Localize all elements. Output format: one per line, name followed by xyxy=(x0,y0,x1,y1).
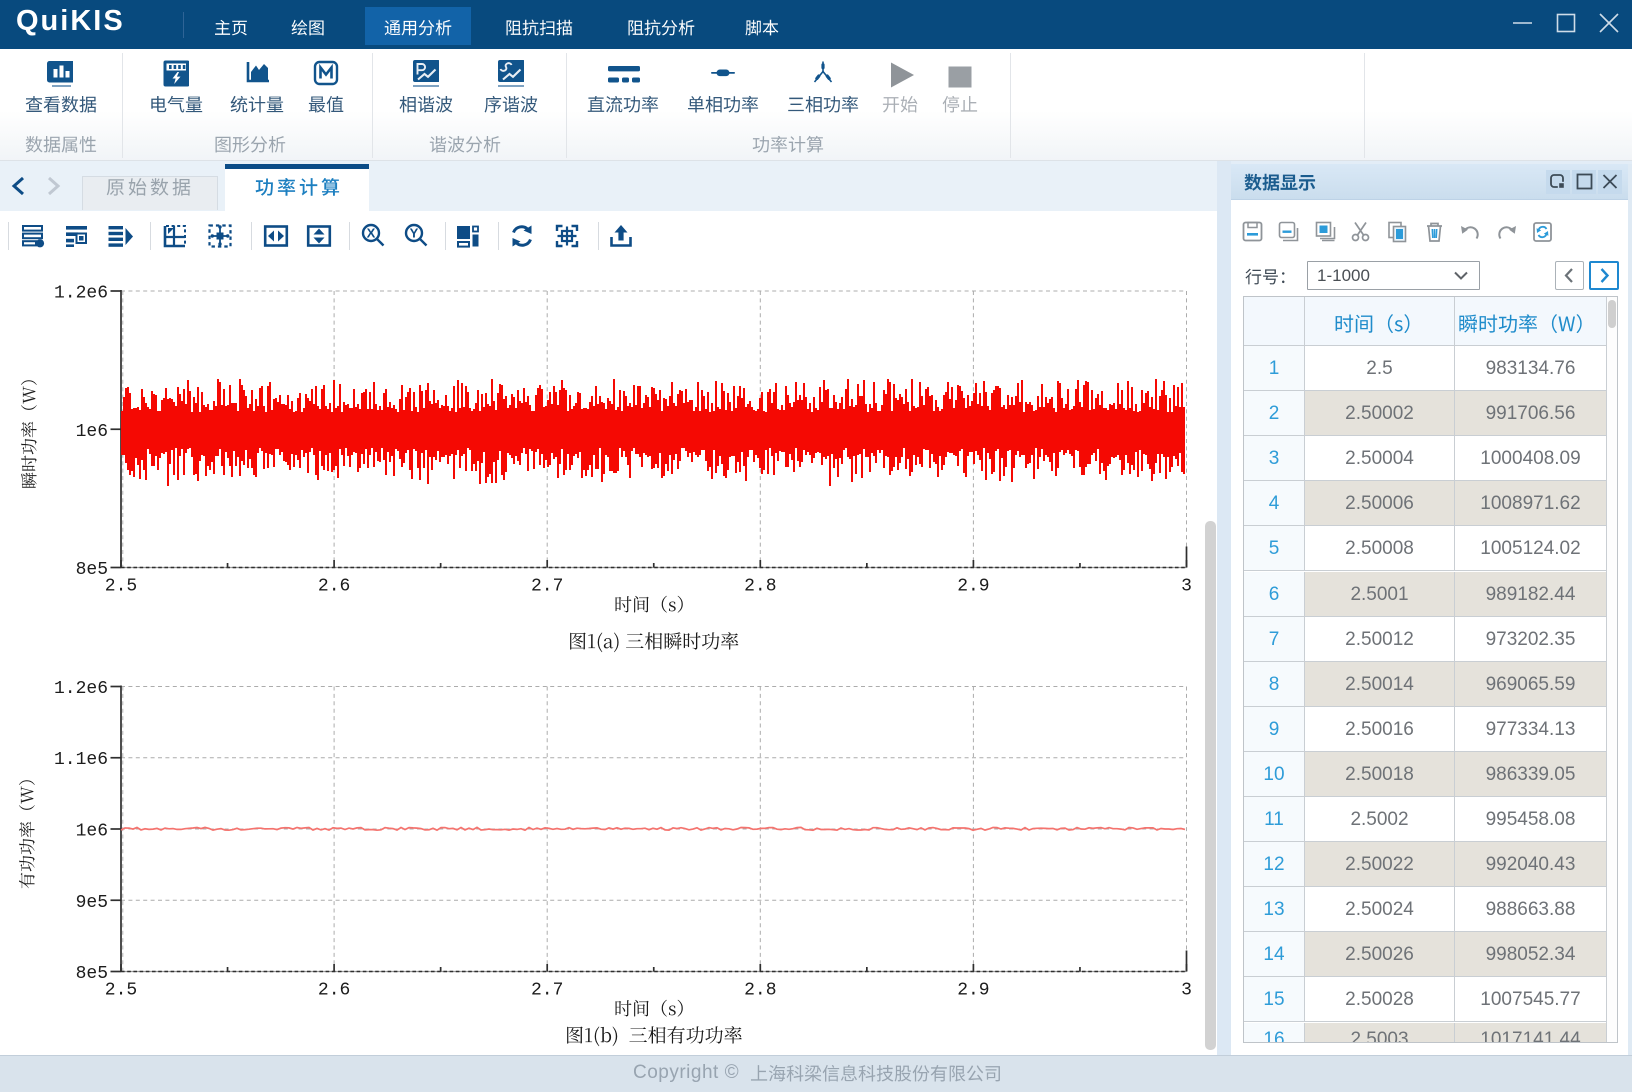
svg-text:2.5: 2.5 xyxy=(105,577,137,597)
svg-text:2.7: 2.7 xyxy=(531,577,563,597)
svg-text:2.8: 2.8 xyxy=(744,981,776,1001)
svg-text:2.7: 2.7 xyxy=(531,981,563,1001)
svg-text:2.8: 2.8 xyxy=(744,577,776,597)
svg-text:2.6: 2.6 xyxy=(318,577,350,597)
svg-text:1.1e6: 1.1e6 xyxy=(54,750,108,770)
svg-text:2.6: 2.6 xyxy=(318,981,350,1001)
svg-text:1e6: 1e6 xyxy=(76,422,108,442)
svg-text:2.9: 2.9 xyxy=(957,577,989,597)
svg-text:3: 3 xyxy=(1181,577,1192,597)
svg-text:9e5: 9e5 xyxy=(76,893,108,913)
svg-text:1.2e6: 1.2e6 xyxy=(54,284,108,304)
svg-text:2.5: 2.5 xyxy=(105,981,137,1001)
svg-text:8e5: 8e5 xyxy=(76,560,108,580)
svg-text:1e6: 1e6 xyxy=(76,822,108,842)
svg-text:2.9: 2.9 xyxy=(957,981,989,1001)
svg-text:8e5: 8e5 xyxy=(76,964,108,984)
svg-text:1.2e6: 1.2e6 xyxy=(54,679,108,699)
svg-text:3: 3 xyxy=(1181,981,1192,1001)
